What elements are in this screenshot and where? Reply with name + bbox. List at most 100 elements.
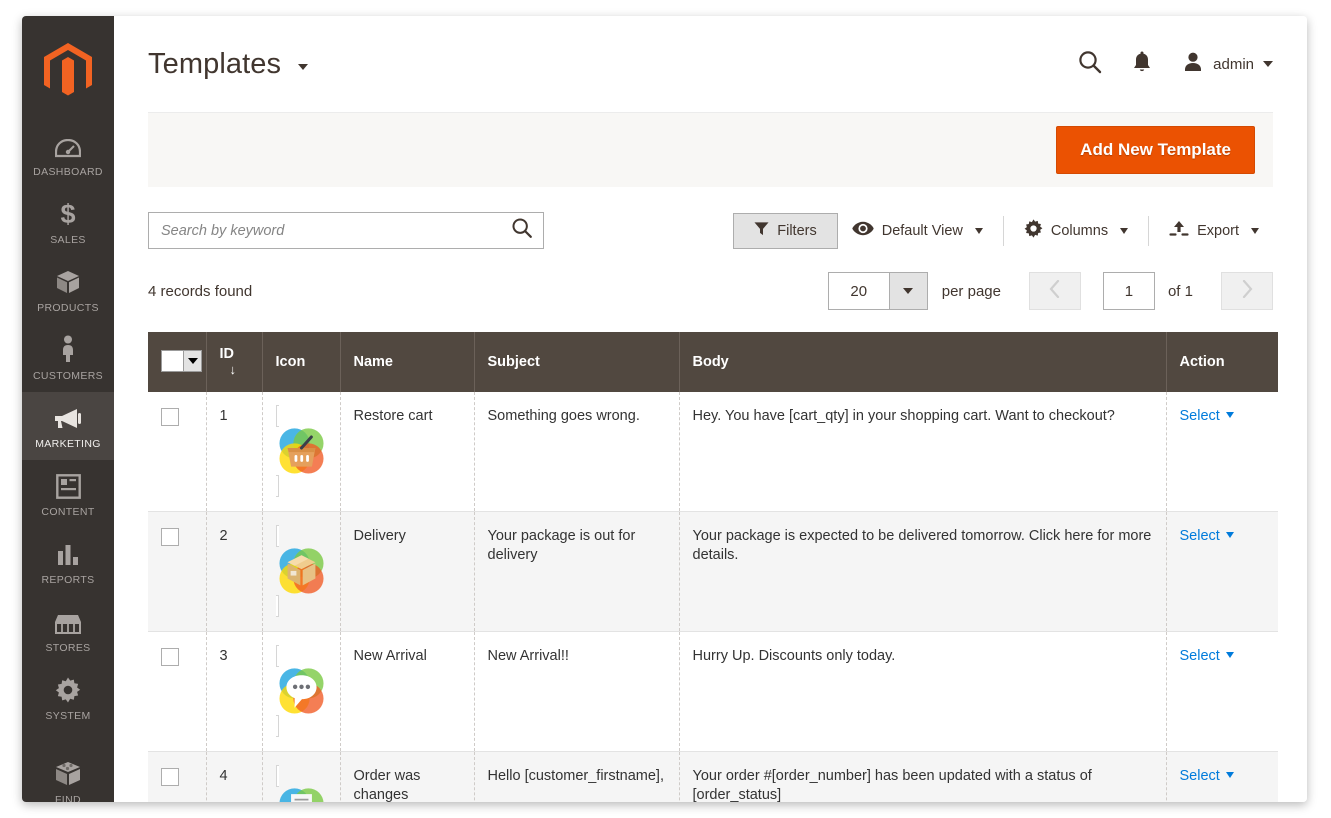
column-label: Subject bbox=[487, 354, 540, 370]
sidebar-item-system[interactable]: SYSTEM bbox=[22, 664, 114, 732]
row-name: Delivery bbox=[340, 511, 475, 632]
sidebar-item-content[interactable]: CONTENT bbox=[22, 460, 114, 528]
chevron-down-icon[interactable] bbox=[974, 227, 983, 234]
select-all-checkbox[interactable] bbox=[162, 350, 184, 371]
row-select-action[interactable]: Select bbox=[1180, 768, 1234, 784]
row-id: 3 bbox=[206, 631, 263, 752]
column-header-icon[interactable]: Icon bbox=[262, 332, 341, 392]
per-page-label: per page bbox=[941, 282, 1001, 300]
chevron-down-icon[interactable] bbox=[1120, 227, 1129, 234]
dollar-icon: $ bbox=[58, 199, 78, 227]
previous-page-button[interactable] bbox=[1028, 272, 1081, 310]
column-label: Name bbox=[353, 354, 394, 370]
columns-button[interactable]: Columns bbox=[1010, 211, 1142, 250]
column-header-name[interactable]: Name bbox=[340, 332, 475, 392]
chevron-down-icon[interactable] bbox=[1251, 227, 1259, 234]
row-action-label: Select bbox=[1179, 648, 1220, 664]
column-header-body[interactable]: Body bbox=[679, 332, 1167, 392]
package-box-icon bbox=[275, 525, 327, 617]
table-row: 1 Restore cart Something goes wrong. Hey… bbox=[148, 392, 1278, 512]
row-checkbox[interactable] bbox=[161, 768, 179, 786]
filters-button[interactable]: Filters bbox=[733, 212, 838, 249]
column-label: Icon bbox=[275, 354, 306, 370]
keyword-search[interactable] bbox=[148, 212, 544, 249]
row-action-cell: Select bbox=[1166, 752, 1278, 803]
account-menu[interactable]: admin bbox=[1182, 51, 1273, 78]
row-checkbox[interactable] bbox=[161, 528, 179, 546]
column-header-subject[interactable]: Subject bbox=[474, 332, 680, 392]
export-icon bbox=[1169, 220, 1189, 242]
column-header-action: Action bbox=[1166, 332, 1278, 392]
bar-chart-icon bbox=[56, 539, 80, 567]
row-select-action[interactable]: Select bbox=[1180, 648, 1234, 664]
chevron-down-icon[interactable] bbox=[298, 63, 309, 70]
column-header-select[interactable] bbox=[148, 332, 207, 392]
current-page-input[interactable]: 1 bbox=[1102, 272, 1155, 310]
layout-icon bbox=[55, 471, 81, 499]
export-button[interactable]: Export bbox=[1155, 212, 1273, 250]
per-page-select[interactable]: 20 bbox=[827, 272, 928, 310]
row-select-action[interactable]: Select bbox=[1180, 528, 1234, 544]
sidebar-item-label: SALES bbox=[50, 234, 86, 246]
row-id: 4 bbox=[206, 751, 263, 802]
row-checkbox[interactable] bbox=[161, 408, 179, 426]
column-header-id[interactable]: ID ↓ bbox=[206, 332, 263, 392]
row-select-cell bbox=[148, 511, 207, 632]
sort-desc-icon: ↓ bbox=[229, 362, 237, 377]
gear-icon bbox=[1024, 219, 1043, 242]
sidebar-item-customers[interactable]: CUSTOMERS bbox=[22, 324, 114, 392]
page-title[interactable]: Templates bbox=[148, 47, 309, 81]
records-found-label: 4 records found bbox=[148, 282, 253, 300]
chevron-down-icon[interactable] bbox=[1225, 412, 1234, 418]
person-icon bbox=[60, 335, 76, 363]
default-view-button[interactable]: Default View bbox=[838, 213, 997, 248]
account-name: admin bbox=[1213, 55, 1254, 73]
row-subject: New Arrival!! bbox=[474, 631, 680, 752]
sidebar-item-reports[interactable]: REPORTS bbox=[22, 528, 114, 596]
sidebar-item-label: PRODUCTS bbox=[37, 302, 99, 314]
select-all-control[interactable] bbox=[161, 349, 202, 372]
row-action-cell: Select bbox=[1166, 392, 1278, 512]
total-pages-label: of 1 bbox=[1167, 282, 1193, 300]
row-select-cell bbox=[148, 751, 207, 802]
sidebar-item-sales[interactable]: $ SALES bbox=[22, 188, 114, 256]
chevron-down-icon[interactable] bbox=[1225, 772, 1234, 778]
row-action-label: Select bbox=[1179, 768, 1220, 784]
chevron-down-icon[interactable] bbox=[888, 273, 927, 309]
chevron-down-icon[interactable] bbox=[1225, 652, 1234, 658]
global-search-button[interactable] bbox=[1078, 50, 1102, 79]
chevron-down-icon[interactable] bbox=[184, 351, 201, 371]
megaphone-icon bbox=[53, 403, 83, 431]
sidebar-item-label: MARKETING bbox=[35, 438, 101, 450]
row-subject: Something goes wrong. bbox=[474, 392, 680, 512]
row-action-label: Select bbox=[1179, 528, 1220, 544]
sidebar-item-products[interactable]: PRODUCTS bbox=[22, 256, 114, 324]
chevron-down-icon[interactable] bbox=[1263, 61, 1273, 67]
row-id: 1 bbox=[206, 392, 263, 512]
next-page-button[interactable] bbox=[1221, 272, 1273, 310]
add-new-template-button[interactable]: Add New Template bbox=[1056, 126, 1255, 174]
page-title-text: Templates bbox=[148, 47, 282, 80]
table-row: 2 Delivery Your package is out for deliv… bbox=[148, 511, 1278, 632]
chevron-down-icon[interactable] bbox=[1225, 532, 1234, 538]
magento-logo[interactable] bbox=[42, 42, 94, 100]
sidebar-item-marketing[interactable]: MARKETING bbox=[22, 392, 114, 460]
sidebar-item-label: SYSTEM bbox=[45, 710, 91, 722]
search-input[interactable] bbox=[161, 222, 511, 239]
row-select-cell bbox=[148, 631, 207, 752]
sidebar-item-label: STORES bbox=[45, 642, 91, 654]
row-select-action[interactable]: Select bbox=[1180, 408, 1234, 424]
row-subject: Your package is out for delivery bbox=[474, 511, 680, 632]
notifications-button[interactable] bbox=[1132, 50, 1152, 79]
sidebar-item-dashboard[interactable]: DASHBOARD bbox=[22, 120, 114, 188]
row-name: New Arrival bbox=[340, 631, 475, 752]
sidebar-item-stores[interactable]: STORES bbox=[22, 596, 114, 664]
search-icon[interactable] bbox=[511, 217, 533, 244]
sidebar-item-label: FIND PARTNERS & EXTENSIONS bbox=[55, 794, 81, 802]
main-sidebar: DASHBOARD $ SALES PRODUCTS CUSTOMERS MAR… bbox=[22, 16, 114, 802]
row-name: Order was changes bbox=[340, 751, 475, 802]
row-checkbox[interactable] bbox=[161, 648, 179, 666]
sidebar-item-find-partners[interactable]: FIND PARTNERS & EXTENSIONS bbox=[22, 748, 114, 802]
default-view-label: Default View bbox=[881, 222, 963, 239]
row-icon-cell bbox=[262, 751, 341, 802]
